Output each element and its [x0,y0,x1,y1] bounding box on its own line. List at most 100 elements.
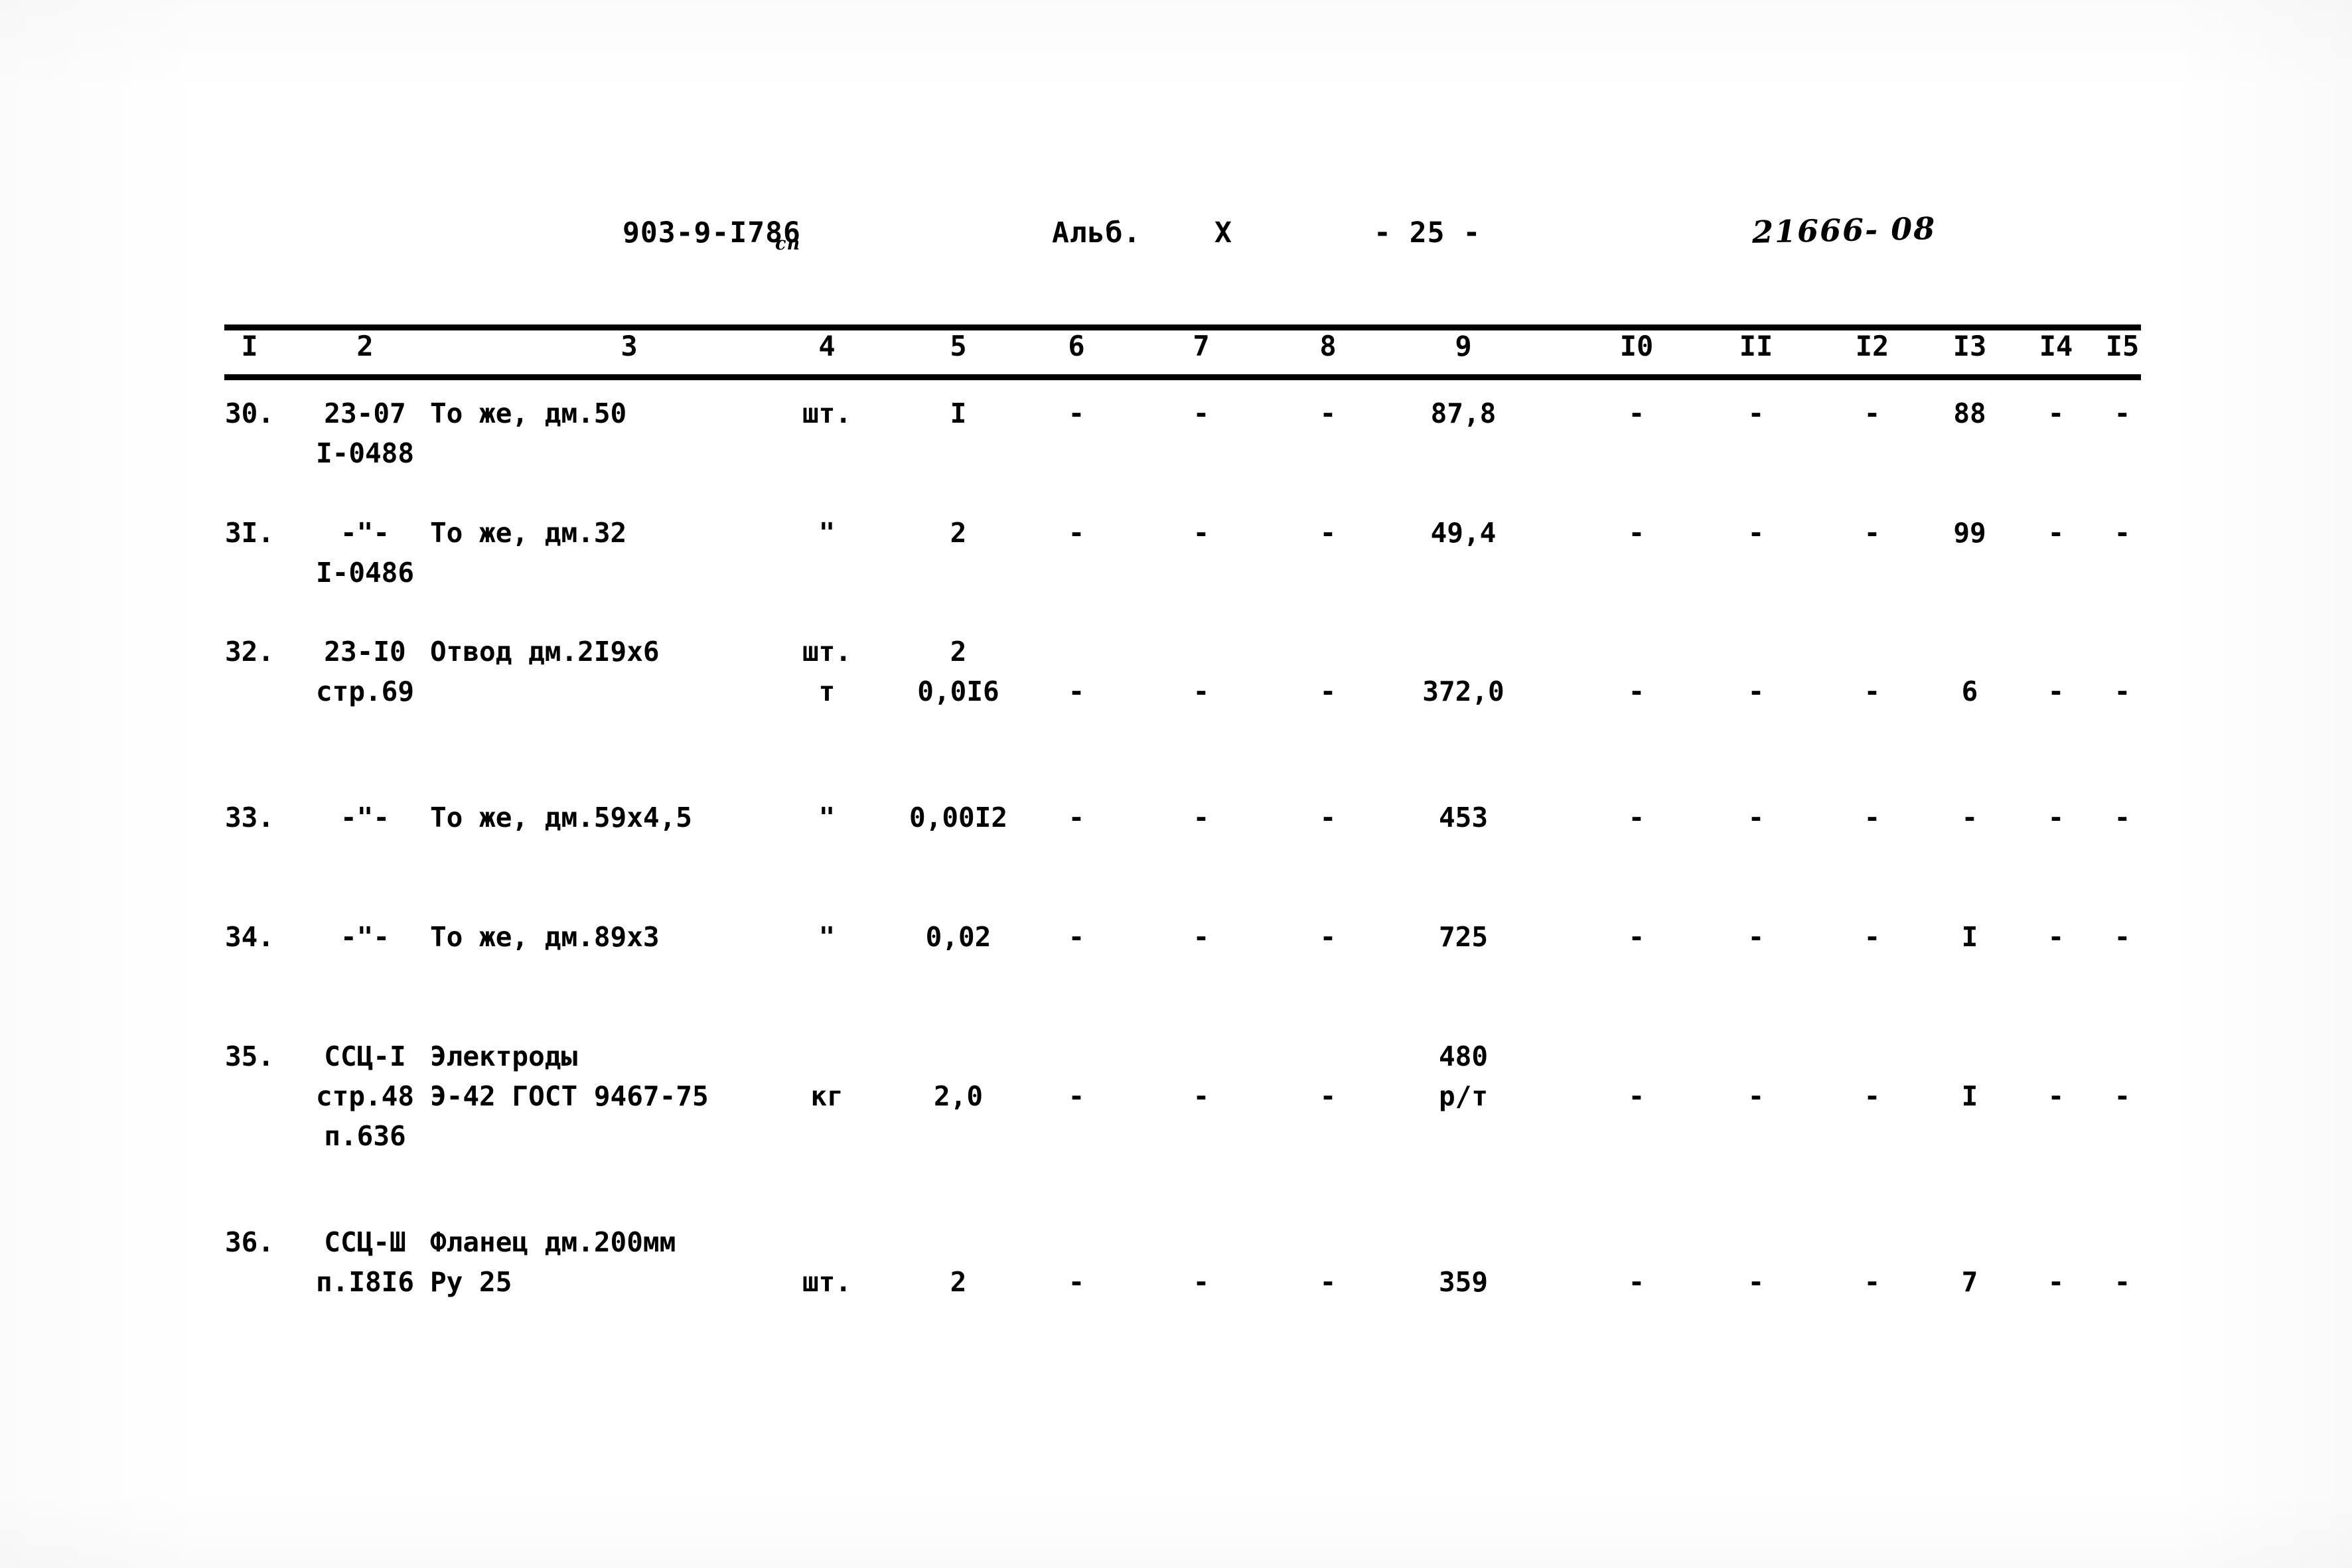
row-code-line1: -"- [340,802,390,833]
row-col6: - [1068,1266,1085,1298]
row-quantity-line1: 0,02 [925,921,992,953]
row-col15: - [2114,397,2131,429]
row-col13: 99 [1953,517,1986,549]
row-col6: - [1068,517,1085,549]
row-unit-line1: " [818,802,836,833]
row-col13: 7 [1961,1266,1978,1298]
row-col15: - [2114,517,2131,549]
row-number: 30. [224,397,275,429]
row-col14: - [2047,1080,2065,1112]
row-col15: - [2114,921,2131,953]
row-col9-line1: 49,4 [1430,517,1497,549]
row-col14: - [2047,397,2065,429]
row-unit-line2: кг [810,1080,844,1112]
row-unit-line1: " [818,921,836,953]
column-number-5: 5 [950,330,967,362]
row-col7: - [1193,1266,1210,1298]
row-col7: - [1193,1080,1210,1112]
row-col9-line1: 725 [1438,921,1489,953]
row-col10: - [1628,397,1645,429]
row-code-line2: стр.48 [315,1080,415,1112]
column-number-4: 4 [818,330,836,362]
row-quantity-line1: 0,00I2 [909,802,1008,833]
row-col14: - [2047,517,2065,549]
document-header: 903-9-I786 сп Альб. X - 25 - 21666- 08 [219,210,2144,263]
row-name-line1: То же, дм.32 [430,517,627,549]
row-quantity-line2: 2,0 [933,1080,984,1112]
column-number-7: 7 [1193,330,1210,362]
row-name-line1: То же, дм.59х4,5 [430,802,692,833]
row-number: 36. [224,1226,275,1258]
row-col12: - [1864,802,1881,833]
row-name-line1: Электроды [430,1040,578,1072]
row-col13: 88 [1953,397,1986,429]
row-name-line1: То же, дм.50 [430,397,627,429]
row-col9-line1: 87,8 [1430,397,1497,429]
row-col12: - [1864,397,1881,429]
column-number-row: I 2 3 4 5 6 7 8 9 I0 II I2 I3 I4 I5 [224,330,2141,374]
row-col8: - [1319,517,1337,549]
row-unit-line2: т [818,676,836,707]
row-code-line1: ССЦ-I [324,1040,406,1072]
row-col10: - [1628,1080,1645,1112]
row-col12: - [1864,517,1881,549]
row-col15: - [2114,802,2131,833]
row-quantity-line2: 2 [950,1266,967,1298]
row-col9-line2: 359 [1438,1266,1489,1298]
row-col13: - [1961,802,1978,833]
row-col10: - [1628,517,1645,549]
row-col13: 6 [1961,676,1978,707]
row-unit-line1: " [818,517,836,549]
row-col15: - [2114,676,2131,707]
row-col14: - [2047,676,2065,707]
column-number-9: 9 [1455,330,1472,362]
row-code-line1: -"- [340,517,390,549]
row-col8: - [1319,1266,1337,1298]
row-col12: - [1864,1266,1881,1298]
row-quantity-line1: I [950,397,967,429]
row-number: 34. [224,921,275,953]
row-col8: - [1319,397,1337,429]
column-number-14: I4 [2039,330,2073,362]
row-col10: - [1628,802,1645,833]
archive-stamp: 21666- 08 [1751,210,1937,250]
row-col7: - [1193,921,1210,953]
row-code-line2: I-0486 [315,557,415,589]
row-col13: I [1961,1080,1978,1112]
row-col11: - [1747,397,1765,429]
row-col12: - [1864,1080,1881,1112]
column-number-15: I5 [2105,330,2140,362]
column-number-2: 2 [356,330,374,362]
column-number-1: I [241,330,258,362]
row-unit-line1: шт. [802,397,852,429]
row-col12: - [1864,676,1881,707]
row-col10: - [1628,921,1645,953]
row-col6: - [1068,921,1085,953]
row-col14: - [2047,921,2065,953]
row-col7: - [1193,676,1210,707]
row-name-line1: Фланец дм.200мм [430,1226,676,1258]
row-name-line1: Отвод дм.2I9х6 [430,636,660,668]
row-number: 32. [224,636,275,668]
column-number-3: 3 [621,330,638,362]
row-col6: - [1068,676,1085,707]
row-col11: - [1747,1266,1765,1298]
row-col7: - [1193,802,1210,833]
row-col14: - [2047,1266,2065,1298]
row-code-line1: -"- [340,921,390,953]
row-col11: - [1747,676,1765,707]
document-code: 903-9-I786 [623,216,801,249]
table-header-rule [224,374,2141,380]
row-col13: I [1961,921,1978,953]
row-unit-line2: шт. [802,1266,852,1298]
row-quantity-line1: 2 [950,517,967,549]
document-code-subscript: сп [775,234,801,254]
row-col10: - [1628,676,1645,707]
row-code-line2: I-0488 [315,437,415,469]
column-number-10: I0 [1619,330,1654,362]
album-label: Альб. [1052,216,1141,249]
row-unit-line1: шт. [802,636,852,668]
row-number: 33. [224,802,275,833]
row-name-line2: Э-42 ГОСТ 9467-75 [430,1080,709,1112]
column-number-13: I3 [1952,330,1987,362]
